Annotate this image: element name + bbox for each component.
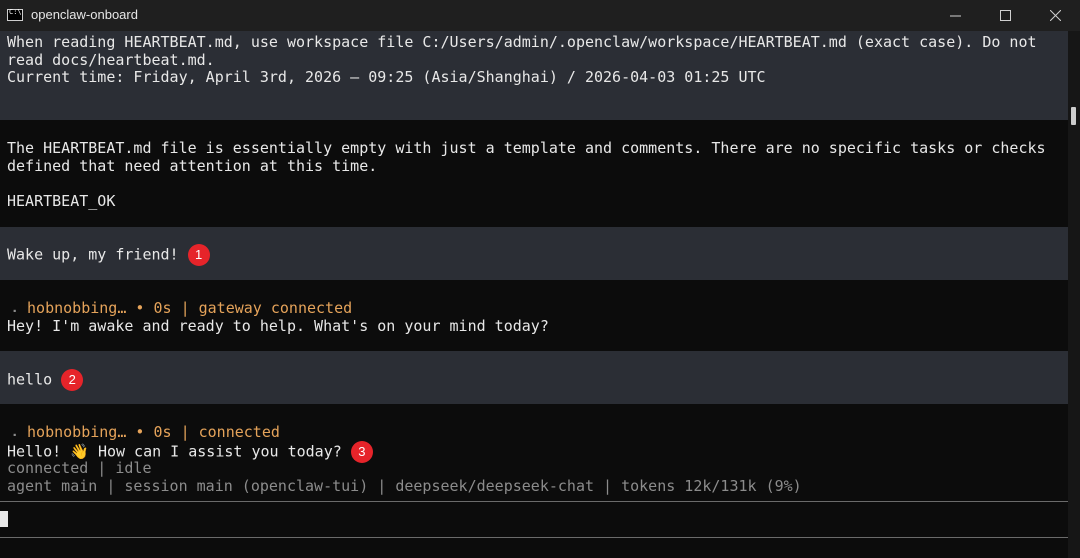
status-line: connected | idle bbox=[7, 459, 152, 477]
separator: | bbox=[180, 423, 190, 441]
assistant-name: hobnobbing… bbox=[27, 423, 127, 441]
system-line-2: read docs/heartbeat.md. bbox=[7, 51, 215, 69]
connection-status: connected bbox=[198, 423, 280, 441]
terminal-icon bbox=[7, 8, 23, 21]
assistant-message-block: ⠠ hobnobbing… • 0s | gateway connected H… bbox=[0, 280, 1068, 351]
assistant-text-end: How can I assist you today? bbox=[97, 442, 342, 461]
vertical-scrollbar[interactable] bbox=[1068, 31, 1080, 558]
user-message-text: hello bbox=[7, 370, 53, 389]
user-message: Wake up, my friend! 1 bbox=[7, 244, 210, 266]
user-message-text: Wake up, my friend! bbox=[7, 245, 179, 264]
annotation-badge: 3 bbox=[350, 441, 373, 463]
close-button[interactable] bbox=[1030, 0, 1080, 31]
spinner-icon: ⠠ bbox=[7, 423, 18, 441]
assistant-text-start: Hello! bbox=[7, 442, 62, 461]
system-line-1: When reading HEARTBEAT.md, use workspace… bbox=[7, 33, 1037, 51]
assistant-header: ⠠ hobnobbing… • 0s | connected bbox=[7, 423, 280, 441]
assistant-message-block: ⠠ hobnobbing… • 0s | connected Hello! 👋 … bbox=[0, 404, 1068, 504]
annotation-badge: 2 bbox=[61, 369, 84, 391]
elapsed-time: 0s bbox=[153, 299, 172, 317]
separator-dot: • bbox=[135, 299, 145, 317]
close-icon bbox=[1050, 10, 1061, 21]
assistant-text: Hey! I'm awake and ready to help. What's… bbox=[7, 317, 549, 335]
input-box[interactable] bbox=[0, 502, 1068, 537]
maximize-button[interactable] bbox=[980, 0, 1030, 31]
minimize-icon bbox=[950, 15, 961, 17]
assistant-response-block: The HEARTBEAT.md file is essentially emp… bbox=[0, 120, 1068, 227]
window-titlebar: openclaw-onboard bbox=[0, 0, 1080, 31]
user-message-block: hello 2 bbox=[0, 351, 1068, 404]
user-message-block: Wake up, my friend! 1 bbox=[0, 227, 1068, 280]
response-line-1: The HEARTBEAT.md file is essentially emp… bbox=[7, 139, 1046, 157]
system-message-block: When reading HEARTBEAT.md, use workspace… bbox=[0, 31, 1068, 120]
connection-status: gateway connected bbox=[198, 299, 353, 317]
terminal-area[interactable]: When reading HEARTBEAT.md, use workspace… bbox=[0, 31, 1068, 558]
input-bottom-divider bbox=[0, 537, 1068, 538]
maximize-icon bbox=[1000, 10, 1011, 21]
separator-dot: • bbox=[135, 423, 145, 441]
assistant-header: ⠠ hobnobbing… • 0s | gateway connected bbox=[7, 299, 352, 317]
footer-status-line: agent main | session main (openclaw-tui)… bbox=[7, 477, 802, 495]
waving-hand-icon: 👋 bbox=[70, 442, 89, 461]
scrollbar-thumb[interactable] bbox=[1071, 107, 1076, 125]
system-line-3: Current time: Friday, April 3rd, 2026 — … bbox=[7, 68, 766, 86]
elapsed-time: 0s bbox=[153, 423, 172, 441]
response-line-3: HEARTBEAT_OK bbox=[7, 192, 116, 210]
separator: | bbox=[180, 299, 190, 317]
minimize-button[interactable] bbox=[930, 0, 980, 31]
user-message: hello 2 bbox=[7, 369, 84, 391]
annotation-badge: 1 bbox=[187, 244, 210, 266]
assistant-name: hobnobbing… bbox=[27, 299, 127, 317]
window-title: openclaw-onboard bbox=[31, 7, 138, 22]
response-line-2: defined that need attention at this time… bbox=[7, 157, 378, 175]
text-cursor bbox=[0, 511, 8, 527]
spinner-icon: ⠠ bbox=[7, 299, 18, 317]
